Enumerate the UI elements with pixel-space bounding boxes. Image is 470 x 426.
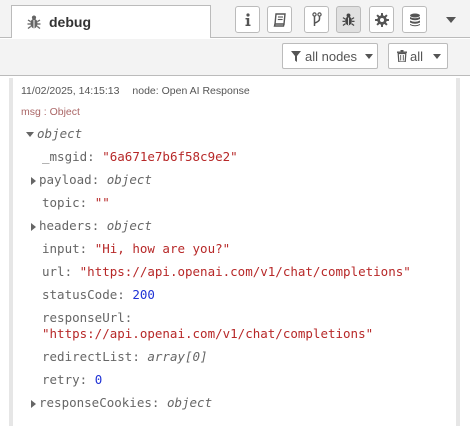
message-timestamp: 11/02/2025, 14:15:13 bbox=[21, 85, 120, 97]
info-icon bbox=[245, 12, 250, 26]
property-key: input bbox=[42, 241, 80, 256]
property-value[interactable]: "https://api.openai.com/v1/chat/completi… bbox=[42, 326, 373, 341]
property-separator: : bbox=[79, 241, 95, 256]
branch-icon bbox=[311, 11, 322, 26]
property-key: headers bbox=[39, 218, 92, 233]
message-source-node[interactable]: node: Open AI Response bbox=[132, 85, 249, 97]
tab-debug[interactable]: debug bbox=[11, 5, 211, 38]
property-separator: : bbox=[124, 310, 133, 325]
trash-icon bbox=[397, 50, 407, 62]
caret-down-icon bbox=[446, 17, 456, 23]
book-icon bbox=[273, 12, 286, 27]
caret-down-icon bbox=[433, 53, 442, 59]
property-row-payload[interactable]: payload: object bbox=[31, 172, 152, 188]
property-row-responsecookies[interactable]: responseCookies: object bbox=[31, 395, 212, 411]
property-value[interactable]: "" bbox=[95, 195, 110, 210]
message-meta: 11/02/2025, 14:15:13 node: Open AI Respo… bbox=[21, 85, 250, 97]
debug-message[interactable]: 11/02/2025, 14:15:13 node: Open AI Respo… bbox=[9, 78, 460, 426]
property-value[interactable]: "Hi, how are you?" bbox=[95, 241, 230, 256]
context-tab-button[interactable] bbox=[304, 6, 329, 33]
property-row-headers[interactable]: headers: object bbox=[31, 218, 152, 234]
expand-arrow-icon[interactable] bbox=[31, 176, 36, 185]
property-key: topic bbox=[42, 195, 80, 210]
property-separator: : bbox=[87, 149, 103, 164]
debug-filter-toolbar: all nodes all bbox=[0, 39, 470, 76]
property-row-statuscode: statusCode: 200 bbox=[42, 287, 155, 303]
object-root-toggle[interactable]: object bbox=[26, 126, 82, 142]
object-root-label: object bbox=[37, 126, 83, 141]
clear-messages-button[interactable]: all bbox=[388, 43, 448, 69]
property-key: url bbox=[42, 264, 65, 279]
bug-icon bbox=[27, 15, 41, 30]
property-row-url: url: "https://api.openai.com/v1/chat/com… bbox=[42, 264, 411, 280]
property-value[interactable]: array[0] bbox=[147, 349, 207, 364]
property-row-input: input: "Hi, how are you?" bbox=[42, 241, 230, 257]
property-row-topic: topic: "" bbox=[42, 195, 110, 211]
info-tab-button[interactable] bbox=[235, 6, 260, 33]
property-separator: : bbox=[64, 264, 80, 279]
expand-arrow-icon bbox=[26, 132, 34, 137]
property-separator: : bbox=[91, 172, 107, 187]
database-icon bbox=[409, 13, 420, 26]
context-data-tab-button[interactable] bbox=[402, 6, 427, 33]
property-key: responseCookies bbox=[39, 395, 152, 410]
property-row-msgid: _msgid: "6a671e7b6f58c9e2" bbox=[42, 149, 238, 165]
filter-nodes-dropdown[interactable]: all nodes bbox=[282, 43, 378, 69]
debug-tab-button[interactable] bbox=[336, 6, 361, 33]
config-tab-button[interactable] bbox=[369, 6, 394, 33]
tab-label: debug bbox=[49, 14, 91, 30]
message-topic: msg : Object bbox=[21, 106, 80, 118]
debug-message-list[interactable]: 11/02/2025, 14:15:13 node: Open AI Respo… bbox=[0, 77, 470, 426]
property-row-redirectlist: redirectList: array[0] bbox=[42, 349, 208, 365]
sidebar-tab-bar: debug bbox=[0, 0, 470, 38]
property-value[interactable]: 0 bbox=[95, 372, 103, 387]
expand-arrow-icon[interactable] bbox=[31, 399, 36, 408]
property-key: retry bbox=[42, 372, 80, 387]
property-key: _msgid bbox=[42, 149, 88, 164]
bug-icon bbox=[342, 13, 355, 27]
sidebar-menu-button[interactable] bbox=[441, 10, 461, 30]
property-key: statusCode bbox=[42, 287, 118, 302]
property-key: payload bbox=[39, 172, 92, 187]
property-value[interactable]: object bbox=[107, 172, 152, 187]
property-key: redirectList bbox=[42, 349, 133, 364]
property-row-retry: retry: 0 bbox=[42, 372, 102, 388]
filter-nodes-label: all nodes bbox=[305, 48, 358, 64]
property-value[interactable]: "6a671e7b6f58c9e2" bbox=[102, 149, 237, 164]
scrollbar[interactable] bbox=[446, 360, 452, 420]
property-value[interactable]: object bbox=[167, 395, 212, 410]
property-separator: : bbox=[79, 195, 95, 210]
help-tab-button[interactable] bbox=[267, 6, 292, 33]
gear-icon bbox=[374, 12, 389, 27]
caret-down-icon bbox=[365, 53, 374, 59]
property-separator: : bbox=[91, 218, 107, 233]
property-value[interactable]: 200 bbox=[132, 287, 155, 302]
property-row-responseurl: responseUrl: "https://api.openai.com/v1/c… bbox=[42, 310, 373, 342]
filter-icon bbox=[291, 50, 301, 62]
property-separator: : bbox=[132, 349, 148, 364]
property-separator: : bbox=[79, 372, 95, 387]
property-separator: : bbox=[117, 287, 133, 302]
property-key: responseUrl bbox=[42, 310, 125, 325]
property-separator: : bbox=[151, 395, 167, 410]
property-value[interactable]: "https://api.openai.com/v1/chat/completi… bbox=[80, 264, 411, 279]
property-value[interactable]: object bbox=[107, 218, 152, 233]
clear-messages-label: all bbox=[410, 48, 424, 64]
expand-arrow-icon[interactable] bbox=[31, 222, 36, 231]
